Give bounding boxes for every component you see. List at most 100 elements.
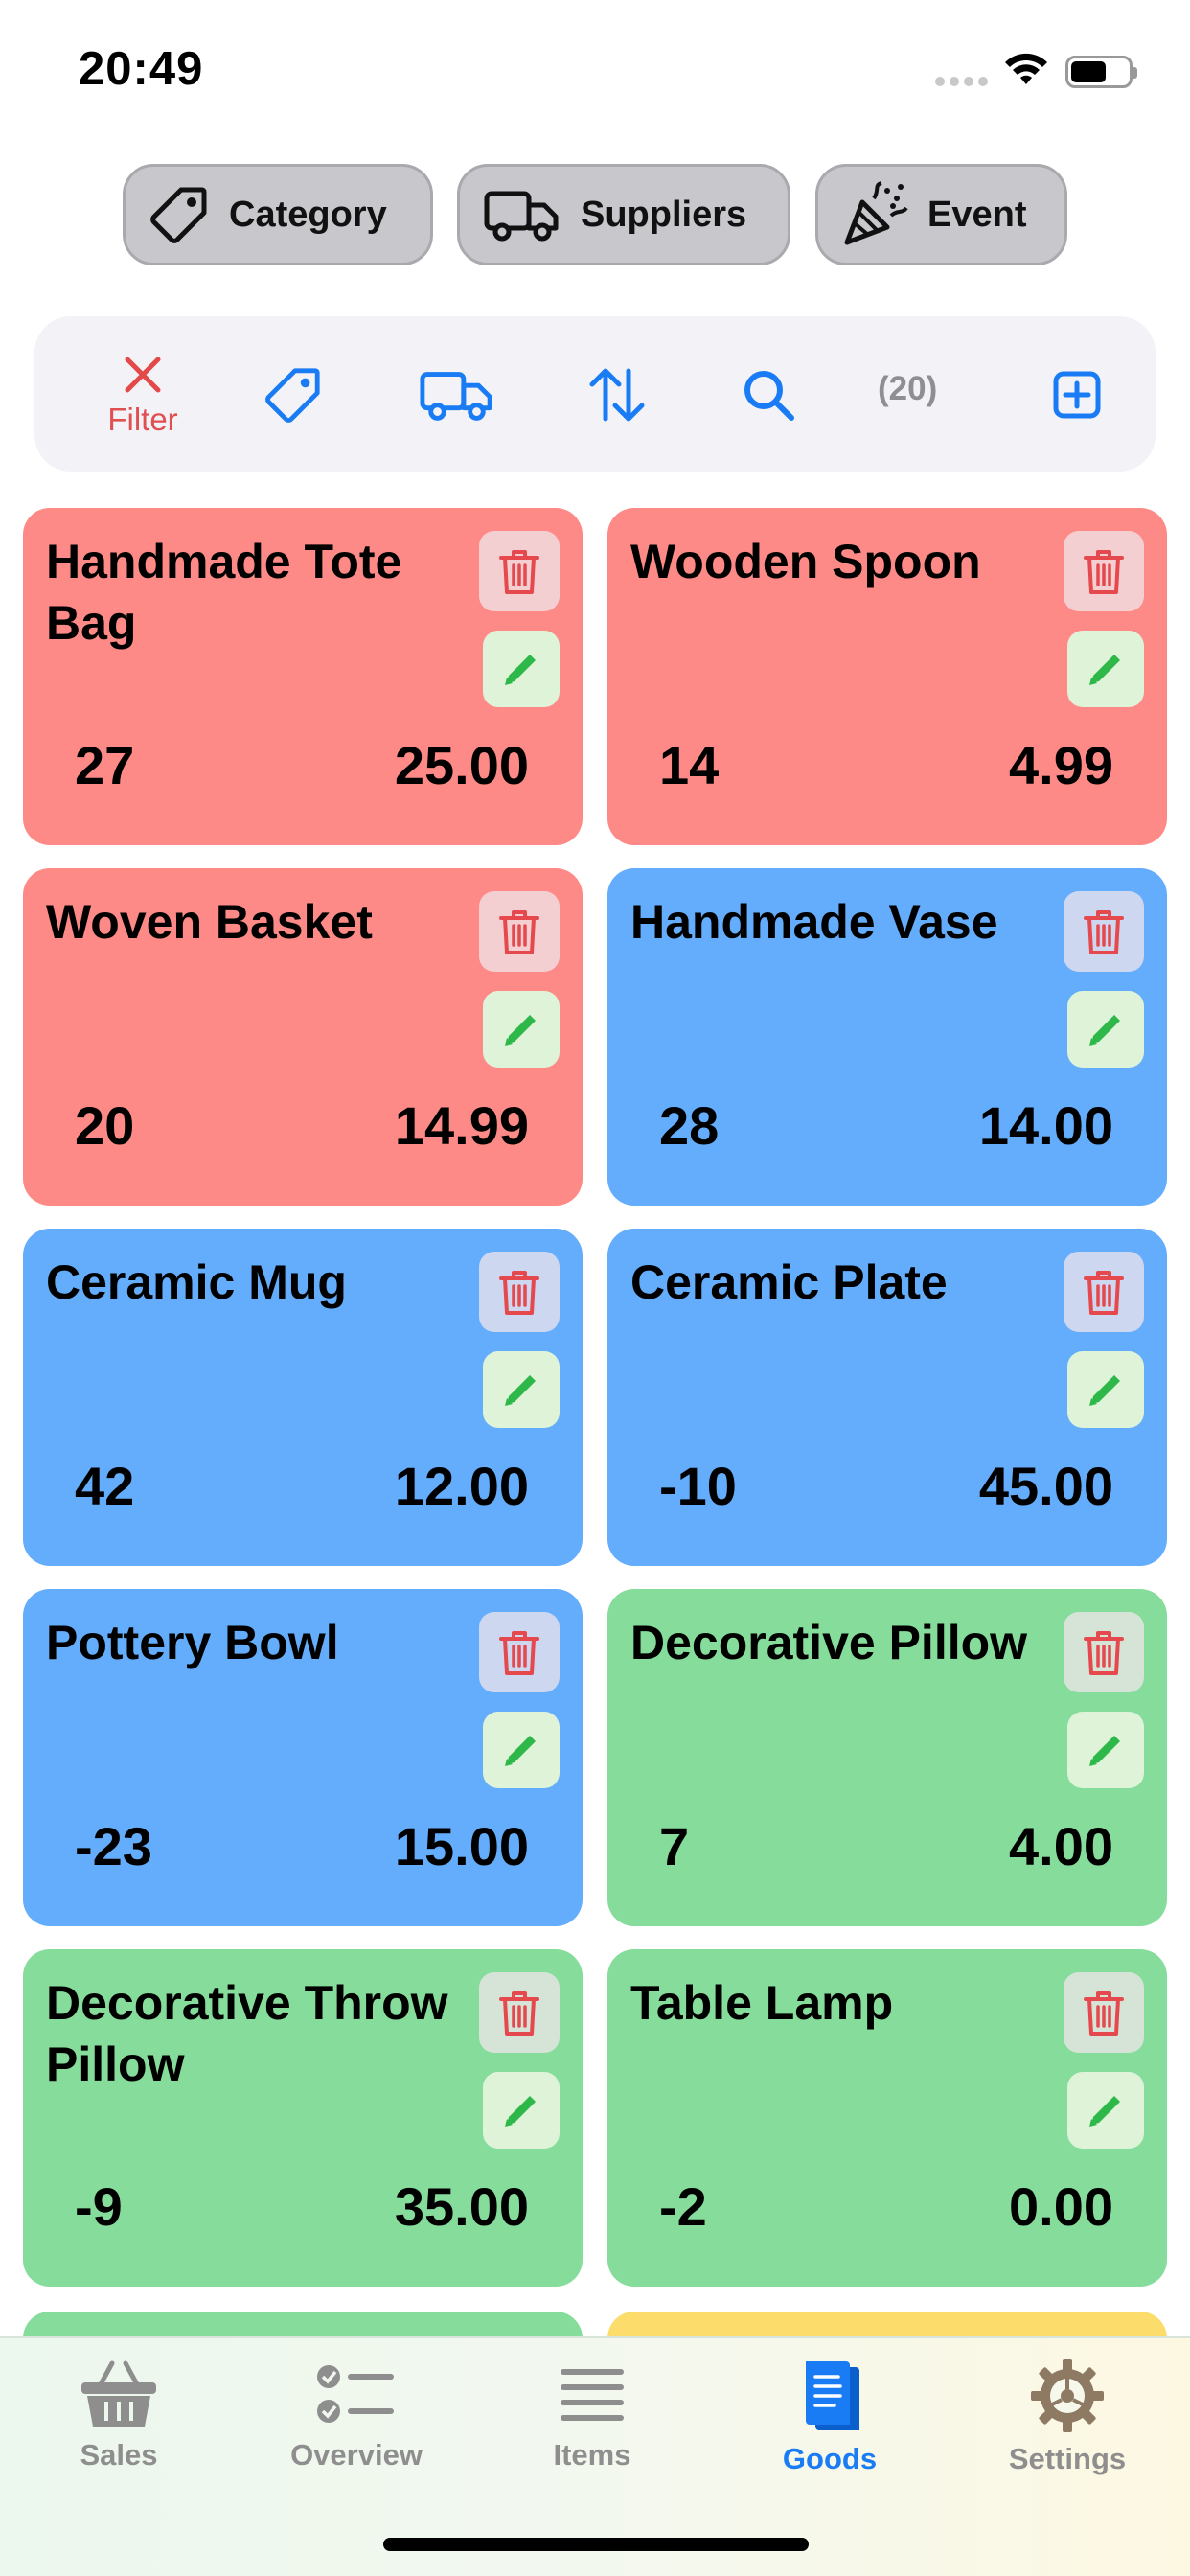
trash-icon bbox=[499, 1631, 539, 1675]
edit-button[interactable] bbox=[1067, 631, 1144, 707]
event-chip-label: Event bbox=[927, 194, 1027, 235]
delete-button[interactable] bbox=[479, 1252, 560, 1332]
trash-icon bbox=[499, 550, 539, 594]
item-count: (20) bbox=[878, 370, 938, 407]
product-quantity: -10 bbox=[659, 1456, 737, 1516]
checklist-icon bbox=[317, 2365, 394, 2423]
edit-button[interactable] bbox=[1067, 991, 1144, 1068]
pencil-icon bbox=[505, 1375, 536, 1406]
pencil-icon bbox=[1089, 2096, 1120, 2127]
battery-icon bbox=[1065, 56, 1137, 88]
delete-button[interactable] bbox=[479, 531, 560, 611]
trash-icon bbox=[1084, 1271, 1124, 1315]
pencil-icon bbox=[505, 1015, 536, 1046]
tab-items-label: Items bbox=[553, 2438, 631, 2472]
edit-button[interactable] bbox=[1067, 2072, 1144, 2149]
goods-toolbar: Filter (20) bbox=[34, 316, 1156, 472]
product-quantity: 28 bbox=[659, 1095, 720, 1156]
category-filter-button[interactable]: Category bbox=[123, 164, 433, 265]
tab-settings-label: Settings bbox=[1008, 2442, 1127, 2475]
tab-goods[interactable]: Goods bbox=[734, 2358, 926, 2476]
delete-button[interactable] bbox=[479, 891, 560, 972]
product-quantity: 7 bbox=[659, 1816, 690, 1876]
edit-button[interactable] bbox=[483, 1712, 560, 1788]
delete-button[interactable] bbox=[479, 1972, 560, 2053]
product-card[interactable]: Handmade Tote Bag 27 25.00 bbox=[23, 508, 583, 845]
event-filter-button[interactable]: Event bbox=[815, 164, 1067, 265]
truck-icon bbox=[420, 372, 492, 421]
product-card[interactable]: Decorative Pillow 7 4.00 bbox=[607, 1589, 1167, 1926]
edit-button[interactable] bbox=[483, 1351, 560, 1428]
product-name: Decorative Throw Pillow bbox=[46, 1976, 448, 2091]
product-price: 12.00 bbox=[394, 1456, 529, 1516]
close-icon bbox=[125, 356, 161, 393]
trash-icon bbox=[1084, 550, 1124, 594]
tag-icon bbox=[150, 187, 207, 243]
delete-button[interactable] bbox=[1064, 1252, 1144, 1332]
basket-icon bbox=[81, 2360, 156, 2426]
suppliers-chip-label: Suppliers bbox=[581, 194, 747, 235]
product-name: Wooden Spoon bbox=[630, 535, 981, 588]
tab-overview[interactable]: Overview bbox=[261, 2358, 452, 2472]
product-card[interactable]: Table Lamp -2 0.00 bbox=[607, 1949, 1167, 2287]
product-price: 25.00 bbox=[394, 735, 529, 795]
pencil-icon bbox=[1089, 1015, 1120, 1046]
category-chip-label: Category bbox=[229, 194, 387, 235]
suppliers-filter-button[interactable]: Suppliers bbox=[457, 164, 790, 265]
status-bar: 20:49 bbox=[0, 0, 1190, 144]
delete-button[interactable] bbox=[1064, 531, 1144, 611]
category-toolbar-button[interactable] bbox=[259, 360, 328, 429]
tab-goods-label: Goods bbox=[782, 2442, 878, 2475]
add-item-button[interactable] bbox=[1042, 360, 1111, 429]
tab-items[interactable]: Items bbox=[496, 2358, 688, 2472]
product-price: 35.00 bbox=[394, 2176, 529, 2237]
delete-button[interactable] bbox=[479, 1612, 560, 1692]
supplier-toolbar-button[interactable] bbox=[416, 360, 498, 429]
product-card[interactable]: Woven Basket 20 14.99 bbox=[23, 868, 583, 1206]
home-indicator bbox=[383, 2538, 809, 2551]
product-name: Pottery Bowl bbox=[46, 1616, 339, 1669]
delete-button[interactable] bbox=[1064, 1972, 1144, 2053]
product-card[interactable]: Handmade Vase 28 14.00 bbox=[607, 868, 1167, 1206]
trash-icon bbox=[1084, 1991, 1124, 2036]
trash-icon bbox=[1084, 910, 1124, 954]
pencil-icon bbox=[505, 1736, 536, 1766]
tab-sales-label: Sales bbox=[80, 2438, 158, 2472]
search-button[interactable] bbox=[734, 360, 803, 429]
tag-icon bbox=[265, 368, 320, 423]
edit-button[interactable] bbox=[483, 2072, 560, 2149]
product-card[interactable]: Pottery Bowl -23 15.00 bbox=[23, 1589, 583, 1926]
product-card[interactable]: Ceramic Mug 42 12.00 bbox=[23, 1229, 583, 1566]
product-quantity: 27 bbox=[75, 735, 135, 795]
wifi-icon bbox=[1005, 53, 1047, 84]
edit-button[interactable] bbox=[1067, 1712, 1144, 1788]
edit-button[interactable] bbox=[483, 631, 560, 707]
product-name: Woven Basket bbox=[46, 895, 373, 949]
product-price: 0.00 bbox=[1009, 2176, 1113, 2237]
product-price: 4.00 bbox=[1009, 1816, 1113, 1876]
trash-icon bbox=[499, 1271, 539, 1315]
product-card[interactable]: Wooden Spoon 14 4.99 bbox=[607, 508, 1167, 845]
pencil-icon bbox=[505, 655, 536, 685]
status-time: 20:49 bbox=[79, 43, 204, 95]
edit-button[interactable] bbox=[483, 991, 560, 1068]
product-card[interactable]: Decorative Throw Pillow -9 35.00 bbox=[23, 1949, 583, 2287]
delete-button[interactable] bbox=[1064, 891, 1144, 972]
product-price: 14.00 bbox=[978, 1095, 1113, 1156]
edit-button[interactable] bbox=[1067, 1351, 1144, 1428]
tab-sales[interactable]: Sales bbox=[23, 2358, 215, 2472]
pencil-icon bbox=[1089, 1375, 1120, 1406]
product-name: Ceramic Plate bbox=[630, 1255, 948, 1309]
product-quantity: 20 bbox=[75, 1095, 135, 1156]
delete-button[interactable] bbox=[1064, 1612, 1144, 1692]
product-card[interactable]: Ceramic Plate -10 45.00 bbox=[607, 1229, 1167, 1566]
product-price: 45.00 bbox=[978, 1456, 1113, 1516]
trash-icon bbox=[1084, 1631, 1124, 1675]
truck-icon bbox=[484, 191, 559, 242]
tab-settings[interactable]: Settings bbox=[972, 2358, 1163, 2476]
trash-icon bbox=[499, 910, 539, 954]
clear-filter-button[interactable]: Filter bbox=[80, 334, 205, 458]
product-name: Handmade Tote Bag bbox=[46, 535, 402, 650]
sort-arrows-icon bbox=[589, 368, 645, 422]
sort-button[interactable] bbox=[583, 360, 652, 429]
